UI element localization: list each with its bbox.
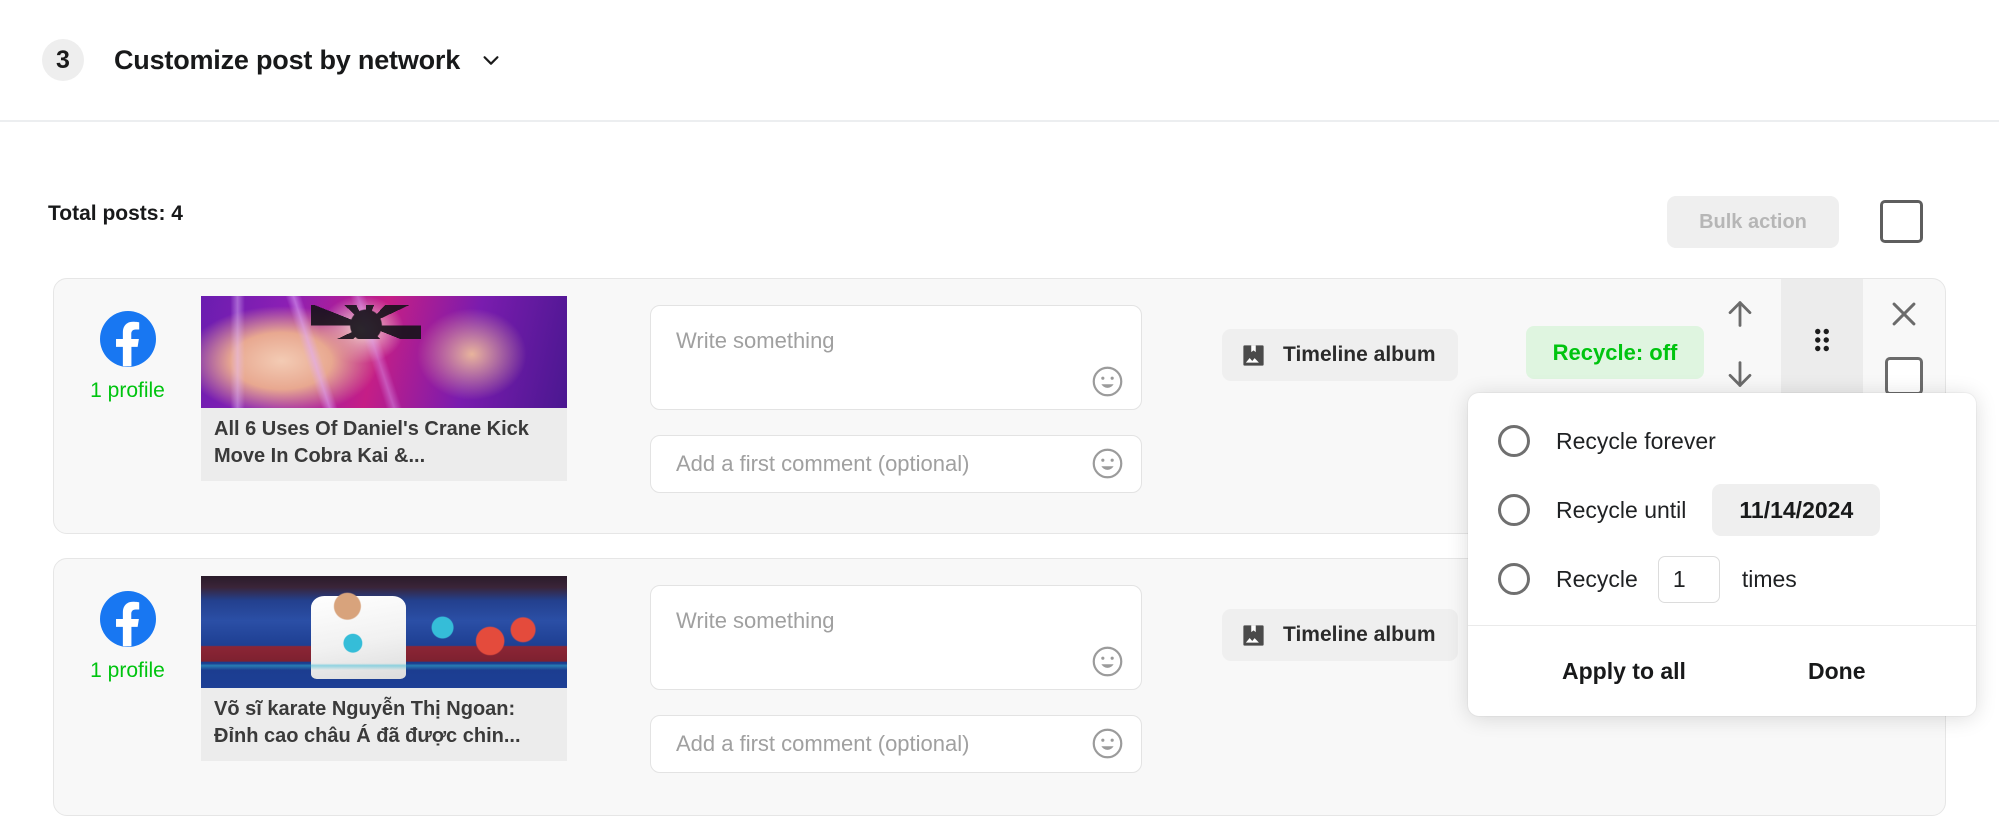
photo-album-icon: [1243, 344, 1264, 366]
composer: Write something Add a first comment (opt…: [650, 305, 1142, 493]
link-preview[interactable]: All 6 Uses Of Daniel's Crane Kick Move I…: [201, 296, 567, 481]
drag-handle-icon[interactable]: [1805, 323, 1839, 357]
facebook-icon: [99, 591, 156, 647]
profile-column: 1 profile: [54, 559, 201, 815]
recycle-times-option[interactable]: Recycle 1 times: [1498, 553, 1797, 605]
link-preview-title: All 6 Uses Of Daniel's Crane Kick Move I…: [201, 408, 567, 481]
emoji-picker-icon[interactable]: [1091, 365, 1124, 398]
timeline-album-button[interactable]: Timeline album: [1222, 609, 1458, 661]
radio-recycle-times[interactable]: [1498, 563, 1530, 595]
composer: Write something Add a first comment (opt…: [650, 585, 1142, 773]
post-select-checkbox[interactable]: [1885, 357, 1923, 395]
dropdown-footer: Apply to all Done: [1468, 625, 1976, 716]
timeline-album-label: Timeline album: [1283, 343, 1436, 366]
recycle-forever-label: Recycle forever: [1556, 427, 1716, 454]
customize-post-by-network-page: 3 Customize post by network Total posts:…: [0, 0, 1999, 833]
recycle-times-input[interactable]: 1: [1657, 555, 1720, 603]
total-posts-label: Total posts: 4: [48, 202, 183, 225]
radio-recycle-forever[interactable]: [1498, 425, 1530, 457]
message-input[interactable]: Write something: [650, 305, 1142, 410]
facebook-icon: [99, 311, 156, 367]
link-preview-image: [201, 296, 567, 408]
recycle-status-button[interactable]: Recycle: off: [1526, 326, 1704, 379]
timeline-album-button[interactable]: Timeline album: [1222, 329, 1458, 381]
message-placeholder: Write something: [676, 608, 835, 633]
first-comment-placeholder: Add a first comment (optional): [676, 451, 970, 476]
chevron-down-icon[interactable]: [480, 49, 502, 71]
message-input[interactable]: Write something: [650, 585, 1142, 690]
first-comment-input[interactable]: Add a first comment (optional): [650, 715, 1142, 773]
profile-count-label: 1 profile: [90, 379, 165, 402]
recycle-forever-option[interactable]: Recycle forever: [1498, 415, 1716, 467]
link-preview-title: Võ sĩ karate Nguyễn Thị Ngoan: Đỉnh cao …: [201, 688, 567, 761]
emoji-picker-icon[interactable]: [1091, 645, 1124, 678]
recycle-times-label: Recycle: [1556, 565, 1638, 592]
apply-to-all-button[interactable]: Apply to all: [1562, 658, 1686, 685]
posts-toolbar: Total posts: 4 Bulk action: [0, 122, 1999, 274]
emoji-picker-icon[interactable]: [1091, 727, 1124, 760]
emoji-picker-icon[interactable]: [1091, 447, 1124, 480]
arrow-up-icon[interactable]: [1723, 297, 1757, 331]
photo-album-icon: [1243, 624, 1264, 646]
done-button[interactable]: Done: [1808, 658, 1866, 685]
radio-recycle-until[interactable]: [1498, 494, 1530, 526]
recycle-until-label: Recycle until: [1556, 496, 1687, 523]
bulk-action-button[interactable]: Bulk action: [1667, 196, 1839, 248]
recycle-options-dropdown: Recycle forever Recycle until 11/14/2024…: [1468, 393, 1976, 716]
recycle-until-date-picker[interactable]: 11/14/2024: [1712, 484, 1881, 536]
link-preview-image: [201, 576, 567, 688]
recycle-until-option[interactable]: Recycle until 11/14/2024: [1498, 484, 1881, 536]
first-comment-input[interactable]: Add a first comment (optional): [650, 435, 1142, 493]
recycle-times-suffix: times: [1741, 565, 1797, 592]
arrow-down-icon[interactable]: [1723, 357, 1757, 391]
step-number-badge: 3: [42, 39, 84, 81]
profile-count-label: 1 profile: [90, 659, 165, 682]
timeline-album-label: Timeline album: [1283, 623, 1436, 646]
page-title: Customize post by network: [114, 44, 461, 75]
link-preview[interactable]: Võ sĩ karate Nguyễn Thị Ngoan: Đỉnh cao …: [201, 576, 567, 761]
first-comment-placeholder: Add a first comment (optional): [676, 731, 970, 756]
select-all-checkbox[interactable]: [1880, 200, 1923, 243]
profile-column: 1 profile: [54, 279, 201, 533]
step-header: 3 Customize post by network: [0, 0, 1999, 122]
message-placeholder: Write something: [676, 328, 835, 353]
close-icon[interactable]: [1887, 297, 1921, 331]
